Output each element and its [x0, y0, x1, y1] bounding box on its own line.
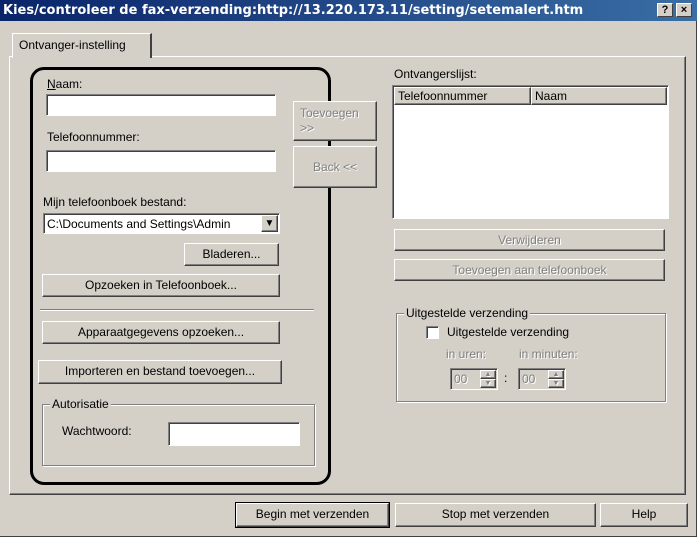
- minutes-stepper[interactable]: 00 ▲ ▼: [518, 368, 566, 390]
- spin-down-icon[interactable]: ▼: [480, 379, 496, 388]
- phonebook-select-value: C:\Documents and Settings\Admin: [47, 217, 231, 231]
- add-button[interactable]: Toevoegen >>: [293, 101, 377, 141]
- divider: [40, 309, 314, 311]
- start-button[interactable]: Begin met verzenden: [235, 502, 390, 528]
- delete-button[interactable]: Verwijderen: [394, 229, 665, 251]
- minutes-label: in minuten:: [519, 347, 578, 361]
- help-button[interactable]: Help: [600, 503, 688, 527]
- tab-label: Ontvanger-instelling: [19, 38, 126, 52]
- password-input[interactable]: [168, 422, 300, 446]
- phone-input[interactable]: [46, 150, 276, 172]
- phonebook-label: Mijn telefoonboek bestand:: [43, 195, 187, 209]
- title-bar[interactable]: Kies/controleer de fax-verzending:http:/…: [0, 0, 697, 21]
- minutes-value: 00: [522, 372, 536, 386]
- stop-button[interactable]: Stop met verzenden: [395, 503, 596, 527]
- device-lookup-button[interactable]: Apparaatgegevens opzoeken...: [42, 321, 280, 344]
- phonebook-select[interactable]: C:\Documents and Settings\Admin ▼: [43, 213, 280, 234]
- delayed-group-title: Uitgestelde verzending: [404, 306, 531, 320]
- delayed-checkbox-label[interactable]: Uitgestelde verzending: [447, 325, 569, 339]
- back-button[interactable]: Back <<: [293, 146, 377, 188]
- window-title: Kies/controleer de fax-verzending:http:/…: [3, 3, 584, 18]
- add-to-phonebook-button[interactable]: Toevoegen aan telefoonboek: [394, 259, 665, 281]
- dialog-window: Kies/controleer de fax-verzending:http:/…: [0, 0, 697, 537]
- spin-down-icon[interactable]: ▼: [548, 379, 564, 388]
- spin-up-icon[interactable]: ▲: [548, 370, 564, 379]
- hours-stepper[interactable]: 00 ▲ ▼: [450, 368, 498, 390]
- close-button[interactable]: ×: [676, 3, 692, 17]
- spin-up-icon[interactable]: ▲: [480, 370, 496, 379]
- help-title-button[interactable]: ?: [657, 3, 673, 17]
- password-label: Wachtwoord:: [62, 424, 132, 438]
- tab-ontvanger-instelling[interactable]: Ontvanger-instelling: [12, 33, 152, 58]
- delayed-checkbox[interactable]: [426, 326, 439, 339]
- hours-value: 00: [454, 372, 468, 386]
- phone-label: Telefoonnummer:: [47, 130, 140, 144]
- lookup-phonebook-button[interactable]: Opzoeken in Telefoonboek...: [42, 274, 280, 297]
- auth-group-title: Autorisatie: [50, 397, 111, 411]
- name-label: Naam:: [47, 77, 83, 91]
- recipients-label: Ontvangerslijst:: [394, 67, 477, 81]
- import-button[interactable]: Importeren en bestand toevoegen...: [38, 360, 282, 384]
- recipients-list[interactable]: Telefoonnummer Naam: [392, 85, 669, 219]
- hours-label: in uren:: [446, 347, 487, 361]
- column-header-phone[interactable]: Telefoonnummer: [394, 87, 531, 105]
- column-header-name[interactable]: Naam: [531, 87, 667, 105]
- time-separator: :: [504, 371, 508, 385]
- name-input[interactable]: [46, 94, 276, 116]
- chevron-down-icon[interactable]: ▼: [261, 215, 278, 232]
- browse-button[interactable]: Bladeren...: [184, 243, 279, 266]
